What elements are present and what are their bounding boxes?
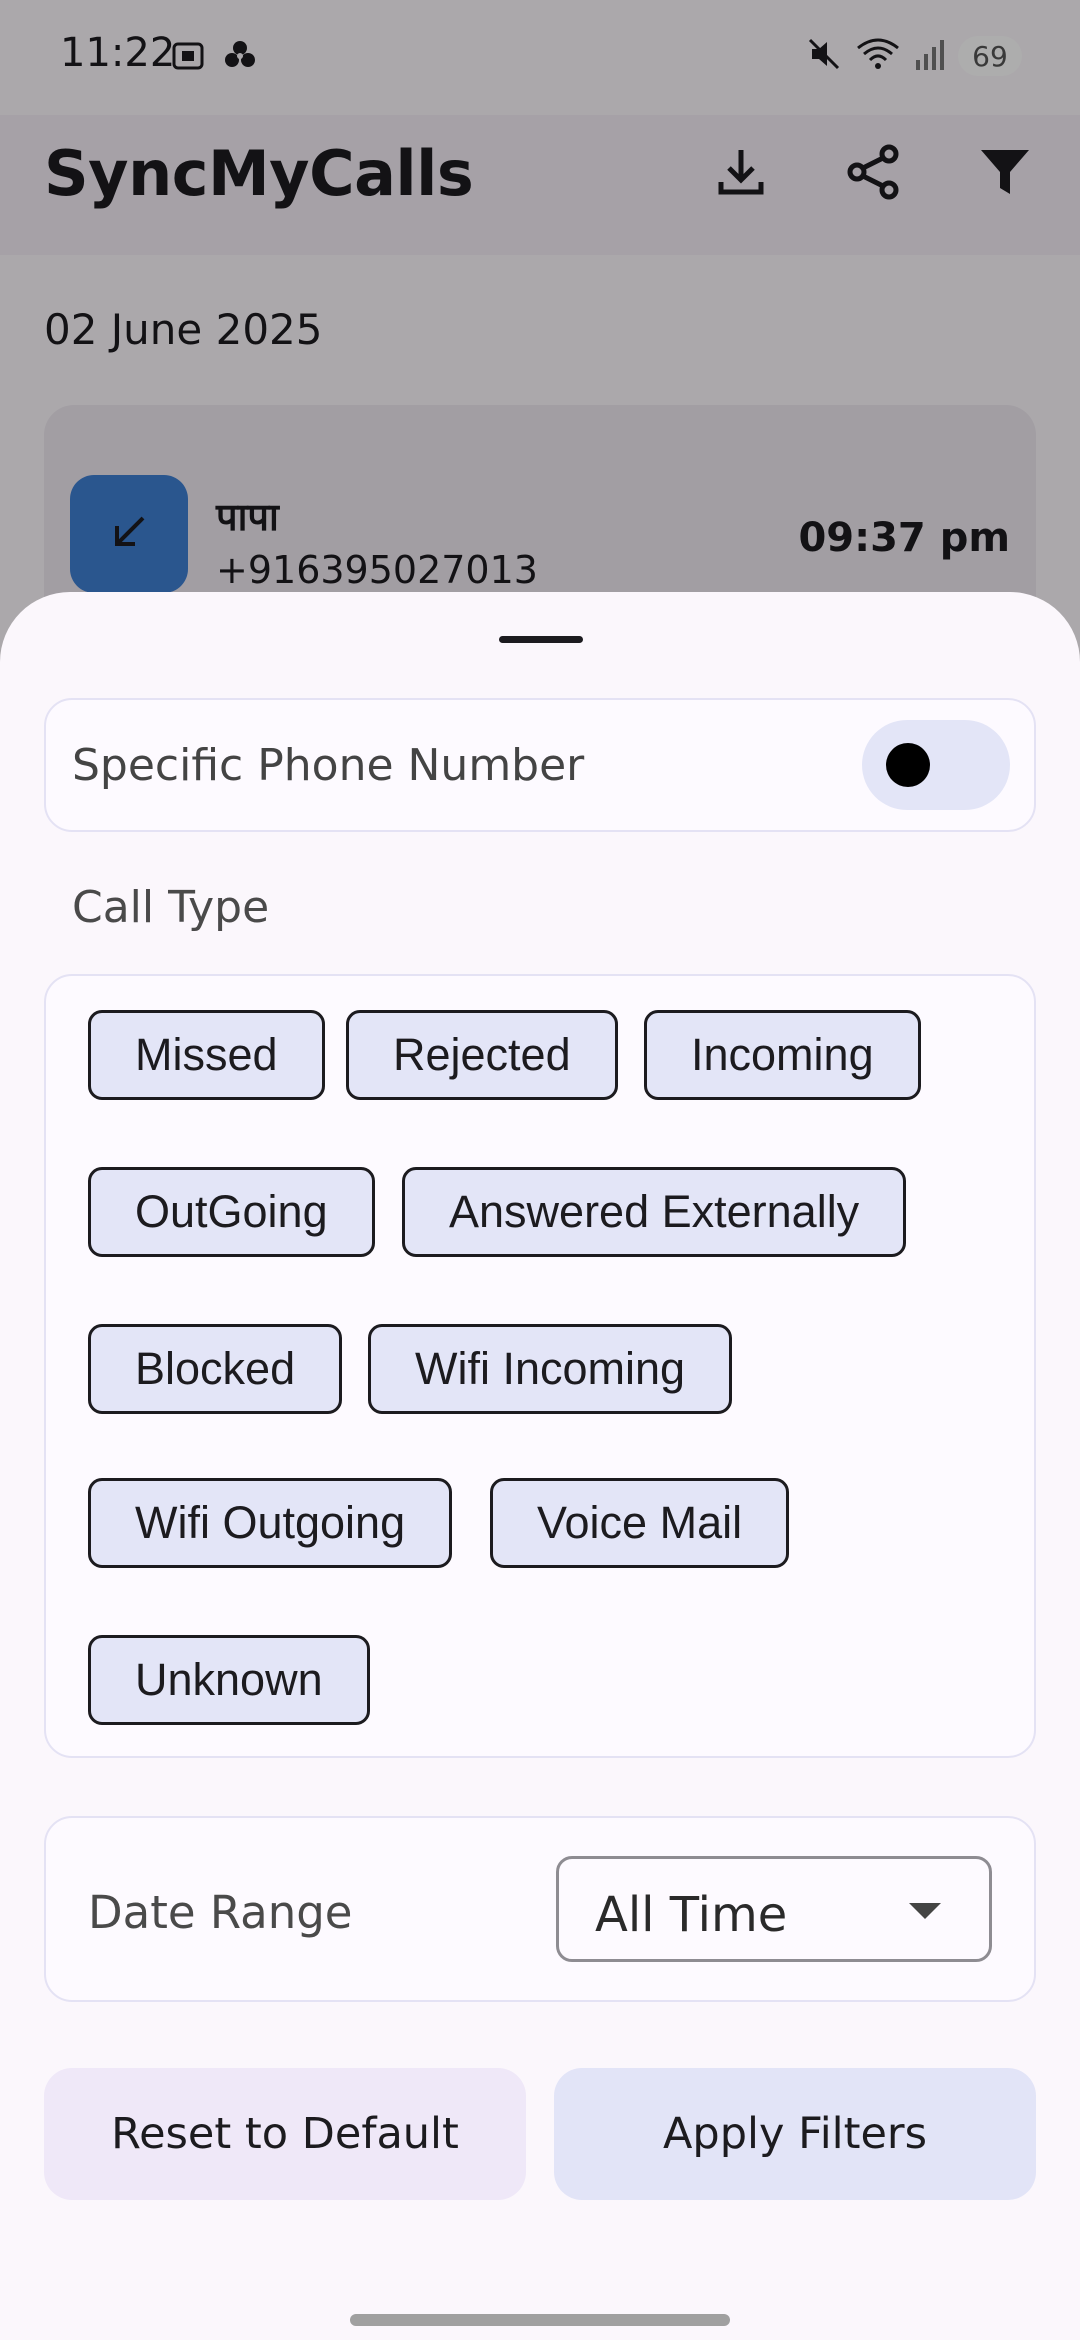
chip-wifi-incoming[interactable]: Wifi Incoming: [368, 1324, 733, 1414]
reset-to-default-button[interactable]: Reset to Default: [44, 2068, 526, 2200]
drag-handle[interactable]: [499, 636, 583, 643]
date-range-value: All Time: [595, 1887, 788, 1943]
chip-missed[interactable]: Missed: [88, 1010, 325, 1100]
chip-incoming[interactable]: Incoming: [644, 1010, 921, 1100]
date-range-dropdown[interactable]: All Time: [556, 1856, 992, 1962]
specific-phone-label: Specific Phone Number: [72, 740, 585, 791]
chip-unknown[interactable]: Unknown: [88, 1635, 370, 1725]
specific-phone-toggle[interactable]: [862, 720, 1010, 810]
apply-filters-button[interactable]: Apply Filters: [554, 2068, 1036, 2200]
caret-down-icon: [909, 1903, 941, 1919]
chip-wifi-outgoing[interactable]: Wifi Outgoing: [88, 1478, 453, 1568]
toggle-thumb: [886, 743, 930, 787]
chip-outgoing[interactable]: OutGoing: [88, 1167, 375, 1257]
chip-answered-externally[interactable]: Answered Externally: [402, 1167, 907, 1257]
chip-blocked[interactable]: Blocked: [88, 1324, 343, 1414]
chip-rejected[interactable]: Rejected: [346, 1010, 618, 1100]
specific-phone-row: Specific Phone Number: [44, 698, 1036, 832]
call-type-heading: Call Type: [72, 882, 270, 933]
filter-bottom-sheet: Specific Phone Number Call Type Missed R…: [0, 592, 1080, 2340]
chip-voice-mail[interactable]: Voice Mail: [490, 1478, 790, 1568]
date-range-row: Date Range All Time: [44, 1816, 1036, 2002]
home-indicator[interactable]: [350, 2314, 730, 2326]
date-range-label: Date Range: [88, 1886, 353, 1939]
